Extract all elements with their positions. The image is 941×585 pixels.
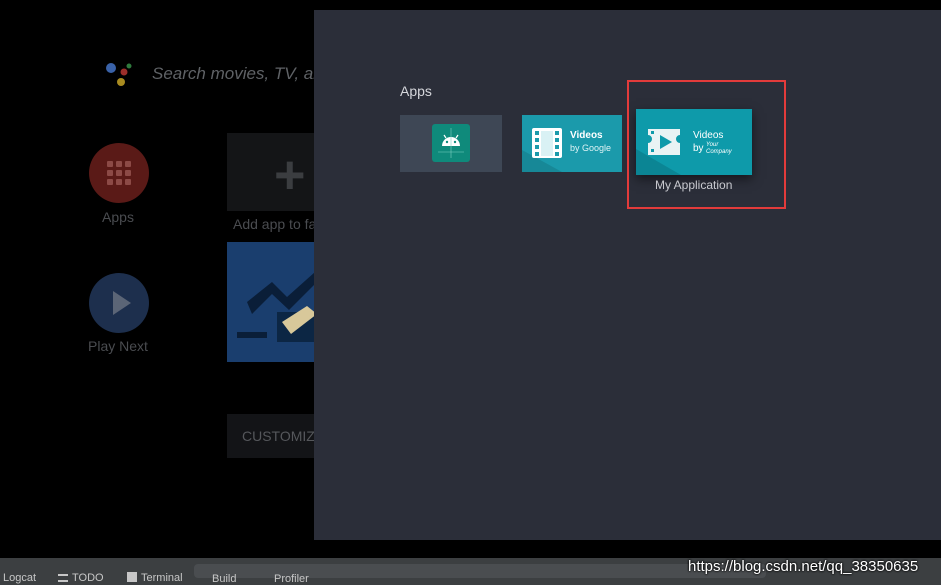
plus-icon: + xyxy=(274,145,306,205)
todo-tab-label: TODO xyxy=(72,572,104,584)
apps-label: Apps xyxy=(102,209,134,225)
logcat-tab[interactable]: Logcat xyxy=(3,572,36,584)
app-tile-videos-by-google[interactable]: Videos by Google xyxy=(522,115,622,172)
emulator-screen: Search movies, TV, ar Apps Play Next + A… xyxy=(0,0,941,558)
apps-button[interactable] xyxy=(89,143,149,203)
terminal-tab-label: Terminal xyxy=(141,572,183,584)
profiler-tab-label: Profiler xyxy=(274,573,309,585)
todo-tab[interactable]: TODO xyxy=(58,572,104,584)
list-icon xyxy=(58,574,68,582)
customize-button[interactable]: CUSTOMIZE xyxy=(227,414,327,458)
videos-google-title: Videos xyxy=(570,130,603,141)
android-icon xyxy=(432,124,470,162)
profiler-tab[interactable]: Profiler xyxy=(274,573,309,585)
play-icon xyxy=(113,291,131,315)
highlight-box xyxy=(627,80,786,209)
add-app-label: Add app to fa xyxy=(233,216,317,232)
videos-google-subtitle: by Google xyxy=(570,143,612,153)
play-next-button[interactable] xyxy=(89,273,149,333)
build-tab-label: Build xyxy=(212,573,237,585)
search-input[interactable]: Search movies, TV, ar xyxy=(152,64,319,84)
terminal-tab[interactable]: Terminal xyxy=(127,572,183,584)
content-thumbnail[interactable] xyxy=(227,242,327,362)
apps-panel-title: Apps xyxy=(400,83,432,99)
google-assistant-icon xyxy=(106,63,132,86)
logcat-tab-label: Logcat xyxy=(3,572,37,584)
watermark: https://blog.csdn.net/qq_38350635 xyxy=(688,558,919,575)
apps-grid-icon xyxy=(107,161,131,185)
build-tab[interactable]: Build xyxy=(212,573,236,585)
app-tile-android[interactable] xyxy=(400,115,502,172)
play-next-label: Play Next xyxy=(88,338,148,354)
terminal-icon xyxy=(127,572,137,582)
